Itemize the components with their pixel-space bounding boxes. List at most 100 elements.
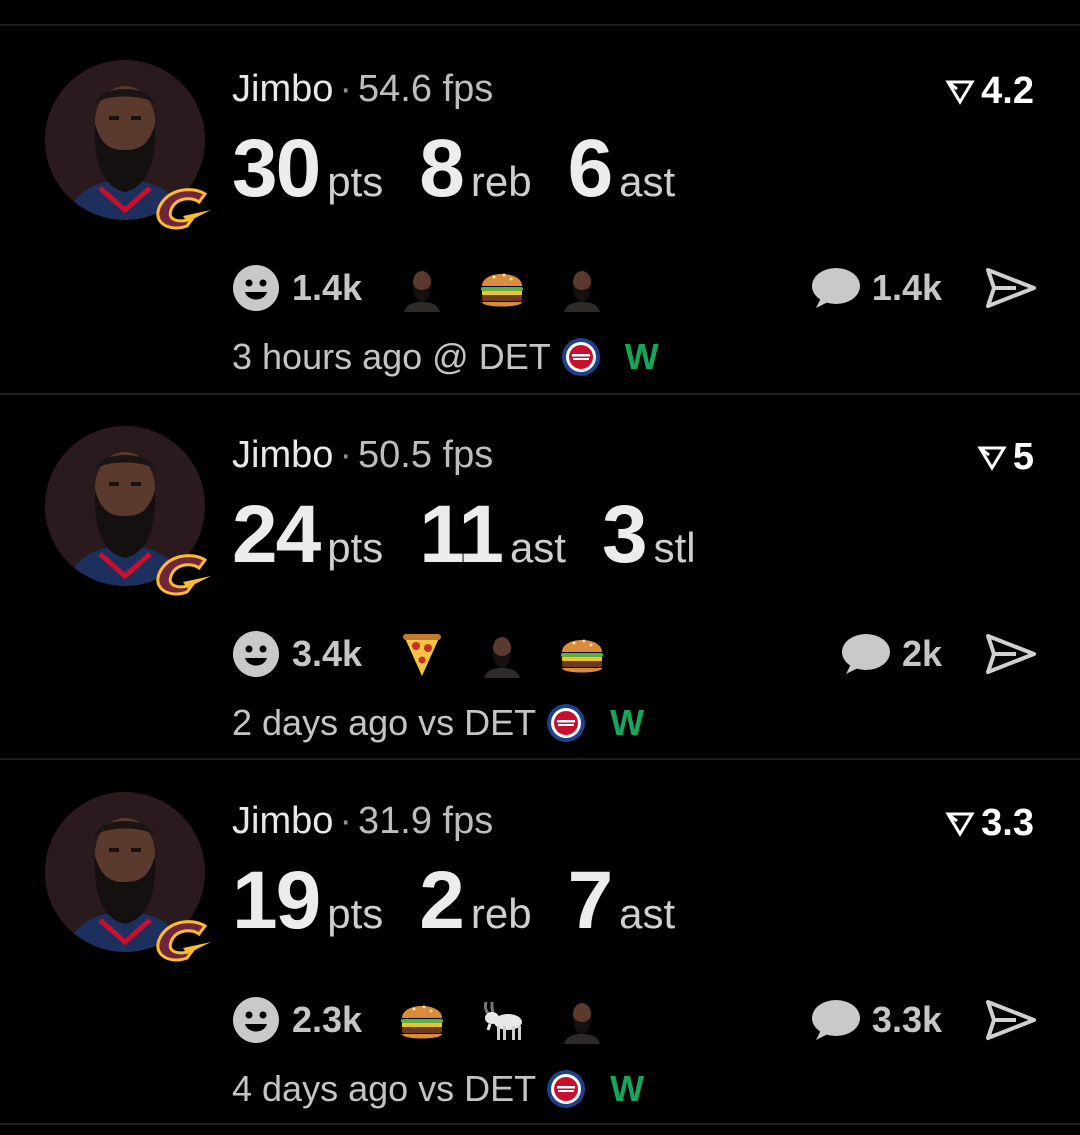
- player-photo-icon[interactable]: [558, 264, 606, 312]
- avatar[interactable]: [45, 60, 209, 224]
- stat-label: ast: [619, 890, 676, 937]
- stat-value: 11: [419, 489, 504, 580]
- comment-count: 2k: [901, 633, 942, 674]
- stat-label: stl: [653, 524, 696, 571]
- score-badge: 3.3: [945, 802, 1034, 845]
- burger-icon[interactable]: [558, 630, 606, 678]
- score-triangle-icon: [945, 811, 975, 837]
- game-result: W: [610, 702, 645, 743]
- stat-value: 19: [232, 855, 321, 946]
- stat-line: 19 pts 2 reb 7 ast: [232, 854, 711, 948]
- stat: 8 reb: [419, 122, 531, 216]
- username[interactable]: Jimbo: [232, 434, 333, 476]
- stat-value: 24: [232, 489, 321, 580]
- username[interactable]: Jimbo: [232, 68, 333, 110]
- stat: 7 ast: [568, 854, 676, 948]
- stat-value: 8: [419, 123, 465, 214]
- post-header: Jimbo · 31.9 fps: [232, 800, 493, 843]
- timestamp: 4 days ago vs DET: [232, 1068, 537, 1109]
- stat: 3 stl: [602, 488, 696, 582]
- score-value: 5: [1012, 436, 1034, 478]
- fps-value: 50.5 fps: [358, 434, 494, 476]
- stat-label: pts: [327, 524, 384, 571]
- post-card[interactable]: Jimbo · 54.6 fps 4.2 30 pts 8 reb 6 ast 1.4k …: [0, 26, 1080, 390]
- stat-label: ast: [619, 158, 676, 205]
- burger-icon[interactable]: [398, 996, 446, 1044]
- goat-icon[interactable]: [478, 996, 526, 1044]
- score-badge: 4.2: [945, 70, 1034, 113]
- comment-icon: [840, 632, 890, 676]
- comment-button[interactable]: 1.4k: [810, 266, 942, 310]
- fps-value: 54.6 fps: [358, 68, 494, 110]
- stat: 11 ast: [419, 488, 566, 582]
- actions: 2k: [840, 628, 1036, 680]
- stat-label: pts: [327, 890, 384, 937]
- stat-value: 2: [419, 855, 465, 946]
- comment-button[interactable]: 3.3k: [810, 998, 942, 1042]
- separator: ·: [339, 800, 353, 842]
- avatar[interactable]: [45, 426, 209, 590]
- comment-icon: [810, 998, 860, 1042]
- score-triangle-icon: [945, 79, 975, 105]
- reaction-bar: 1.4k: [232, 262, 638, 314]
- score-value: 4.2: [981, 70, 1034, 112]
- pistons-logo-icon: [561, 337, 601, 377]
- stat-label: pts: [327, 158, 384, 205]
- stat-line: 30 pts 8 reb 6 ast: [232, 122, 711, 216]
- stat-value: 7: [567, 855, 614, 946]
- game-meta: 4 days ago vs DET W: [232, 1068, 644, 1110]
- reaction-bar: 2.3k: [232, 994, 638, 1046]
- fps-value: 31.9 fps: [358, 800, 494, 842]
- send-icon[interactable]: [984, 632, 1036, 676]
- stat-label: ast: [509, 524, 566, 571]
- avatar[interactable]: [45, 792, 209, 956]
- stat-line: 24 pts 11 ast 3 stl: [232, 488, 732, 582]
- game-meta: 3 hours ago @ DET W: [232, 336, 659, 378]
- cavaliers-logo-icon: [153, 918, 213, 964]
- player-photo-icon[interactable]: [398, 264, 446, 312]
- pistons-logo-icon: [546, 1069, 586, 1109]
- react-button[interactable]: 1.4k: [232, 264, 362, 312]
- smiley-icon: [232, 264, 280, 312]
- stat: 30 pts: [232, 122, 383, 216]
- send-icon[interactable]: [984, 998, 1036, 1042]
- post-header: Jimbo · 54.6 fps: [232, 68, 493, 111]
- burger-icon[interactable]: [478, 264, 526, 312]
- score-value: 3.3: [981, 802, 1034, 844]
- separator: ·: [339, 68, 353, 110]
- stat: 19 pts: [232, 854, 383, 948]
- stat-value: 30: [232, 123, 321, 214]
- reaction-count: 2.3k: [292, 999, 363, 1040]
- cavaliers-logo-icon: [153, 186, 213, 232]
- username[interactable]: Jimbo: [232, 800, 333, 842]
- stat-label: reb: [470, 158, 532, 205]
- player-photo-icon[interactable]: [478, 630, 526, 678]
- post-card[interactable]: Jimbo · 31.9 fps 3.3 19 pts 2 reb 7 ast 2.3k …: [0, 758, 1080, 1122]
- smiley-icon: [232, 630, 280, 678]
- react-button[interactable]: 2.3k: [232, 996, 362, 1044]
- stat: 24 pts: [232, 488, 383, 582]
- stat-value: 3: [601, 489, 648, 580]
- score-triangle-icon: [977, 445, 1007, 471]
- game-result: W: [624, 336, 659, 377]
- send-icon[interactable]: [984, 266, 1036, 310]
- post-card[interactable]: Jimbo · 50.5 fps 5 24 pts 11 ast 3 stl 3.4k 2…: [0, 392, 1080, 756]
- pistons-logo-icon: [546, 703, 586, 743]
- timestamp: 3 hours ago @ DET: [232, 336, 551, 377]
- separator: ·: [339, 434, 353, 476]
- react-button[interactable]: 3.4k: [232, 630, 362, 678]
- smiley-icon: [232, 996, 280, 1044]
- comment-count: 1.4k: [871, 267, 942, 308]
- reaction-bar: 3.4k: [232, 628, 638, 680]
- stat-value: 6: [567, 123, 614, 214]
- pizza-icon[interactable]: [398, 630, 446, 678]
- actions: 3.3k: [810, 994, 1036, 1046]
- timestamp: 2 days ago vs DET: [232, 702, 537, 743]
- player-photo-icon[interactable]: [558, 996, 606, 1044]
- stat: 2 reb: [419, 854, 531, 948]
- reaction-count: 3.4k: [292, 633, 363, 674]
- stat-label: reb: [470, 890, 532, 937]
- reaction-count: 1.4k: [292, 267, 363, 308]
- comment-icon: [810, 266, 860, 310]
- comment-button[interactable]: 2k: [840, 632, 942, 676]
